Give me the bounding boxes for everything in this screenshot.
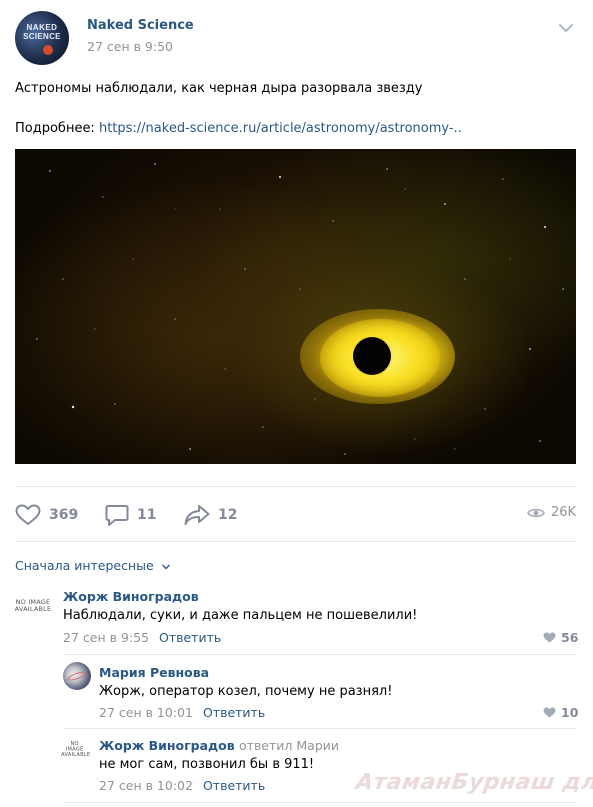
heart-icon [15, 504, 41, 525]
views-count: 26K [551, 505, 577, 520]
reply-button[interactable]: Ответить [203, 778, 265, 793]
share-icon [184, 505, 210, 525]
comment-like-count: 10 [561, 705, 579, 720]
divider [15, 541, 576, 542]
like-button[interactable]: 369 [15, 503, 78, 527]
chevron-down-icon[interactable] [556, 20, 576, 36]
comment-like-button[interactable]: 10 [543, 705, 578, 720]
reply-to-label[interactable]: ответил Марии [239, 738, 339, 753]
group-name-link[interactable]: Naked Science [87, 18, 194, 33]
more-label: Подробнее: [15, 121, 99, 136]
comment-meta: 27 сен в 9:55 Ответить [63, 630, 221, 645]
eye-icon [527, 508, 545, 517]
like-count: 369 [49, 507, 79, 523]
avatar-logo-text: NAKED [26, 23, 58, 32]
avatar-image [66, 669, 88, 683]
avatar-placeholder-text: AVAILABLE [61, 751, 91, 758]
chevron-down-icon [161, 564, 170, 569]
comment-text: не мог сам, позвонил бы в 911! [99, 757, 315, 772]
divider [63, 654, 576, 655]
watermark-text: АтаманБурнаш для ЯП [354, 770, 593, 795]
comment-text: Жорж, оператор козел, почему не разнял! [99, 684, 393, 699]
heart-icon [543, 632, 556, 643]
post-more-line: Подробнее: https://naked-science.ru/arti… [15, 120, 462, 138]
avatar-logo-text: SCIENCE [23, 32, 61, 41]
comment-author[interactable]: Мария Ревнова [99, 665, 209, 680]
comment-author[interactable]: Жорж Виноградов [63, 589, 199, 604]
views-counter: 26K [527, 505, 576, 520]
divider [63, 728, 576, 729]
comment-date[interactable]: 27 сен в 10:02 [99, 778, 193, 793]
comments-sort-dropdown[interactable]: Сначала интересные [15, 558, 171, 573]
comment-button[interactable]: 11 [105, 503, 156, 527]
avatar-logo-mark [43, 45, 53, 55]
avatar[interactable] [63, 662, 91, 690]
divider [15, 486, 576, 487]
wall-post: NAKED SCIENCE Naked Science 27 сен в 9:5… [0, 0, 593, 807]
comment-meta: 27 сен в 10:01 Ответить [99, 705, 265, 720]
comment-date[interactable]: 27 сен в 9:55 [63, 630, 149, 645]
comment-like-button[interactable]: 56 [543, 630, 578, 645]
comment-meta: 27 сен в 10:02 Ответить [99, 778, 265, 793]
post-text: Астрономы наблюдали, как черная дыра раз… [15, 81, 423, 96]
avatar-placeholder-text: AVAILABLE [14, 605, 52, 613]
share-button[interactable]: 12 [184, 503, 237, 527]
comment-icon [105, 505, 129, 526]
post-image[interactable] [15, 149, 576, 464]
heart-icon [543, 707, 556, 718]
comment-text: Наблюдали, суки, и даже пальцем не пошев… [63, 608, 418, 623]
post-date[interactable]: 27 сен в 9:50 [87, 39, 173, 54]
avatar[interactable]: NO IMAGE AVAILABLE [61, 741, 91, 762]
article-link[interactable]: https://naked-science.ru/article/astrono… [99, 121, 462, 136]
comment-count: 11 [137, 507, 157, 523]
comment-like-count: 56 [561, 630, 579, 645]
comment-date[interactable]: 27 сен в 10:01 [99, 705, 193, 720]
sort-label: Сначала интересные [15, 558, 154, 573]
group-avatar[interactable]: NAKED SCIENCE [15, 11, 69, 65]
comment-author: Жорж Виноградов ответил Марии [99, 738, 339, 753]
comment-author-link[interactable]: Жорж Виноградов [99, 738, 235, 753]
starfield [36, 163, 564, 455]
black-hole [353, 337, 391, 375]
reply-button[interactable]: Ответить [203, 705, 265, 720]
reply-button[interactable]: Ответить [159, 630, 221, 645]
divider [63, 802, 576, 803]
avatar[interactable]: NO IMAGE AVAILABLE [13, 599, 53, 625]
share-count: 12 [218, 507, 238, 523]
